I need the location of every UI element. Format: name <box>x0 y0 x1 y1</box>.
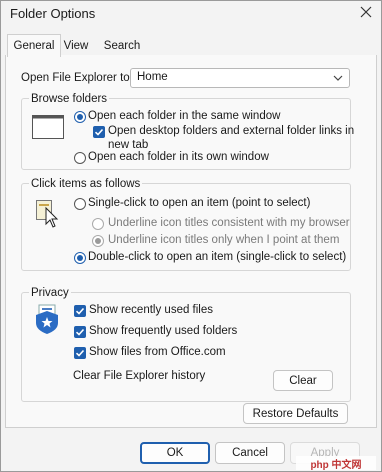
single-click-radio[interactable] <box>74 198 86 210</box>
single-click-label: Single-click to open an item (point to s… <box>88 197 311 209</box>
own-window-radio[interactable] <box>74 152 86 164</box>
tab-general[interactable]: General <box>7 34 61 57</box>
chevron-down-icon <box>333 75 343 81</box>
tab-search[interactable]: Search <box>102 37 142 55</box>
tab-search-label: Search <box>103 40 141 52</box>
recent-files-checkbox[interactable] <box>74 305 86 317</box>
checkmark-icon <box>75 349 85 357</box>
restore-defaults-button[interactable]: Restore Defaults <box>243 403 348 424</box>
restore-defaults-label: Restore Defaults <box>252 407 339 420</box>
frequent-folders-label: Show frequently used folders <box>89 325 238 337</box>
office-files-checkbox[interactable] <box>74 347 86 359</box>
underline-browser-radio[interactable] <box>92 218 104 230</box>
checkmark-icon <box>94 128 104 136</box>
underline-browser-label: Underline icon titles consistent with my… <box>108 217 350 229</box>
single-window-icon <box>32 115 64 139</box>
clear-button[interactable]: Clear <box>273 370 333 391</box>
recent-files-label: Show recently used files <box>89 304 214 316</box>
privacy-shield-icon <box>36 304 58 334</box>
checkmark-icon <box>75 307 85 315</box>
privacy-title: Privacy <box>29 287 71 299</box>
watermark: php 中文网 <box>296 456 376 471</box>
same-window-label: Open each folder in the same window <box>88 110 281 122</box>
cancel-button[interactable]: Cancel <box>215 442 285 464</box>
desktop-links-checkbox[interactable] <box>93 126 105 138</box>
tab-view[interactable]: View <box>62 37 90 55</box>
single-click-icon <box>36 200 59 228</box>
close-button[interactable] <box>352 0 380 24</box>
desktop-links-label-1: Open desktop folders and external folder… <box>108 125 355 137</box>
underline-point-label: Underline icon titles only when I point … <box>108 234 340 246</box>
tab-general-label: General <box>13 40 55 52</box>
underline-point-radio[interactable] <box>92 235 104 247</box>
cancel-button-label: Cancel <box>232 447 268 459</box>
clear-button-label: Clear <box>289 374 317 387</box>
same-window-radio[interactable] <box>74 111 86 123</box>
double-click-label: Double-click to open an item (single-cli… <box>88 251 347 263</box>
ok-button-label: OK <box>166 447 184 459</box>
clear-history-label: Clear File Explorer history <box>73 370 206 382</box>
ok-button[interactable]: OK <box>140 442 210 464</box>
tab-view-label: View <box>63 40 89 52</box>
close-icon <box>360 6 372 18</box>
checkmark-icon <box>75 328 85 336</box>
open-explorer-select[interactable]: Home <box>130 68 350 88</box>
frequent-folders-checkbox[interactable] <box>74 326 86 338</box>
own-window-label: Open each folder in its own window <box>88 151 269 163</box>
open-explorer-value: Home <box>137 71 168 83</box>
desktop-links-label-2: new tab <box>108 139 149 151</box>
office-files-label: Show files from Office.com <box>89 346 226 358</box>
open-explorer-label: Open File Explorer to: <box>21 72 133 84</box>
click-items-title: Click items as follows <box>29 178 143 190</box>
browse-folders-title: Browse folders <box>29 93 110 105</box>
double-click-radio[interactable] <box>74 252 86 264</box>
window-title: Folder Options <box>10 6 96 21</box>
